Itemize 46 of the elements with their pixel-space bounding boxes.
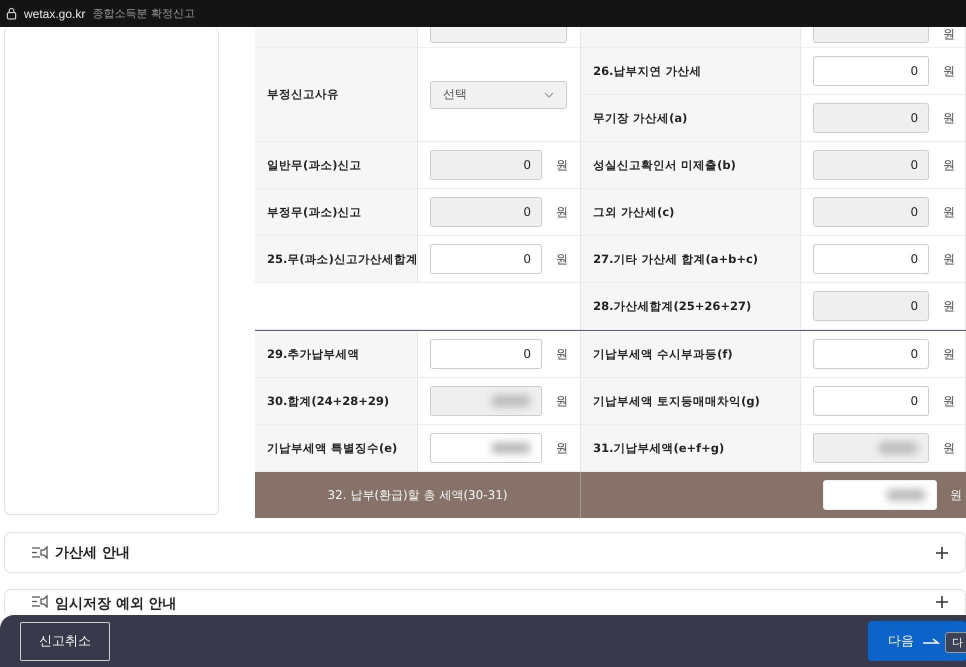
unit-label: 원 bbox=[943, 346, 956, 362]
unit-label: 원 bbox=[943, 110, 956, 126]
unit-label: 원 bbox=[950, 486, 962, 504]
unit-label: 원 bbox=[943, 204, 956, 220]
select-value: 선택 bbox=[443, 86, 467, 103]
field-label: 26.납부지연 가산세 bbox=[592, 64, 702, 78]
unit-label: 원 bbox=[943, 250, 956, 268]
unit-label: 원 bbox=[556, 440, 568, 456]
field-label: 기납부세액 토지등매매차익(g) bbox=[592, 394, 760, 408]
page-title: 종합소득분 확정신고 bbox=[92, 6, 195, 21]
field-label: 성실신고확인서 미제출(b) bbox=[592, 158, 736, 172]
readonly-field: 0 bbox=[813, 150, 930, 180]
readonly-field: 0 bbox=[813, 103, 930, 133]
unit-label: 원 bbox=[943, 62, 956, 80]
field-label: 그외 가산세(c) bbox=[592, 204, 674, 220]
field-label: 기납부세액 특별징수(e) bbox=[266, 440, 398, 456]
unit-label: 원 bbox=[943, 440, 956, 456]
accordion-title: 가산세 안내 bbox=[55, 544, 130, 562]
unit-label: 원 bbox=[556, 156, 568, 174]
unit-label: 원 bbox=[556, 346, 568, 362]
unit-label: 원 bbox=[556, 392, 568, 410]
field-label: 부정무(과소)신고 bbox=[266, 204, 362, 220]
readonly-field: 0 bbox=[430, 197, 542, 227]
total-label: 32. 납부(환급)할 총 세액(30-31) bbox=[255, 472, 581, 518]
unit-label: 원 bbox=[556, 250, 568, 268]
field-label: 28.가산세합계(25+26+27) bbox=[592, 298, 752, 314]
unit-label: 원 bbox=[943, 156, 956, 174]
field-label: 27.기타 가산세 합계(a+b+c) bbox=[592, 252, 758, 266]
field-label: 기납부세액 수시부과등(f) bbox=[592, 346, 733, 362]
field-label: 30.합계(24+28+29) bbox=[266, 394, 390, 408]
shortcut-tooltip: 다 bbox=[945, 632, 966, 653]
field-label: 25.무(과소)신고가산세합계 bbox=[266, 252, 418, 266]
readonly-field: 0 bbox=[430, 150, 542, 180]
unit-label: 원 bbox=[943, 298, 956, 314]
unit-label: 원 bbox=[943, 392, 956, 410]
field-label: 일반무(과소)신고 bbox=[266, 158, 362, 172]
field-label: 31.기납부세액(e+f+g) bbox=[592, 440, 724, 456]
field-label: 무기장 가산세(a) bbox=[592, 110, 688, 126]
readonly-field: 0 bbox=[813, 197, 930, 227]
readonly-field: 0 bbox=[813, 291, 930, 321]
unit-label: 원 bbox=[556, 204, 568, 220]
unit-label: 원 bbox=[943, 27, 956, 43]
field-label: 29.추가납부세액 bbox=[266, 346, 360, 362]
accordion-title: 임시저장 예외 안내 bbox=[55, 595, 177, 613]
field-label: 부정신고사유 bbox=[266, 87, 339, 102]
site-domain: wetax.go.kr bbox=[24, 6, 86, 20]
